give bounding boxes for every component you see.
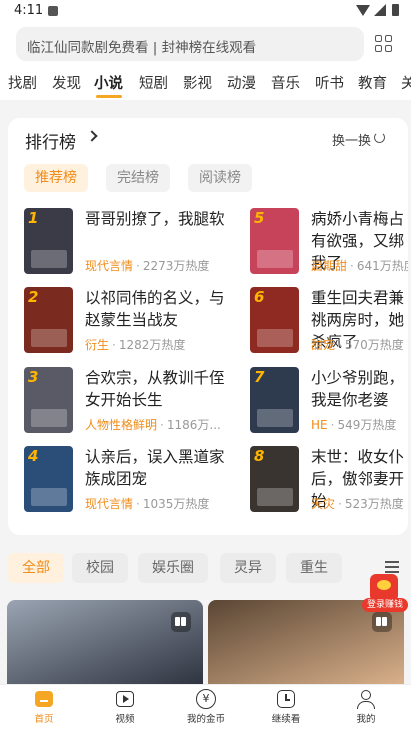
tab-anime[interactable]: 动漫 xyxy=(227,72,256,93)
search-box[interactable]: 临江仙同款剧免费看 | 封神榜在线观看 xyxy=(16,27,364,61)
rank-book-5[interactable]: 5 病娇小青梅占有欲强，又绑我了 启期甜·641万热度 xyxy=(250,208,408,278)
nav-home[interactable]: 首页 xyxy=(14,689,74,725)
rank-book-8[interactable]: 8 末世：收女仆后，傲邻妻开始 天灾 · 523万热度 xyxy=(250,446,408,516)
signal-icon xyxy=(374,4,386,16)
app-root: 4:11 临江仙同款剧免费看 | 封神榜在线观看 找剧 发现 小说 短剧 影视 … xyxy=(0,0,411,730)
tab-more[interactable]: 关 xyxy=(401,72,411,93)
book-title: 合欢宗，从教训千侄女开始长生 xyxy=(85,369,225,409)
rank-tab-recommended[interactable]: 推荐榜 xyxy=(24,164,88,192)
bottom-nav: 首页 视频 ¥ 我的金币 继续看 我的 xyxy=(0,684,411,730)
history-icon xyxy=(275,689,297,709)
book-title: 哥哥别撩了，我腿软 xyxy=(85,210,225,228)
coin-icon: ¥ xyxy=(195,689,217,709)
book-meta: 现代言情 · 2273万热度 xyxy=(85,259,210,273)
search-placeholder: 临江仙同款剧免费看 | 封神榜在线观看 xyxy=(27,40,257,56)
status-bar: 4:11 xyxy=(0,0,411,22)
book-cover: 4 xyxy=(24,446,73,512)
promo-label: 登录赚钱 xyxy=(362,598,408,612)
book-icon[interactable] xyxy=(372,612,392,632)
tab-discover[interactable]: 发现 xyxy=(52,72,81,93)
book-cover: 8 xyxy=(250,446,299,512)
book-meta: 现代言情 · 1035万热度 xyxy=(85,497,210,511)
book-meta: HE · 549万热度 xyxy=(311,418,397,432)
chip-rebirth[interactable]: 重生 xyxy=(286,553,342,583)
tab-education[interactable]: 教育 xyxy=(358,72,387,93)
ranking-title[interactable]: 排行榜 xyxy=(25,128,76,153)
book-cover: 6 xyxy=(250,287,299,353)
chevron-right-icon[interactable] xyxy=(86,130,98,142)
rank-book-1[interactable]: 1 哥哥别撩了，我腿软 现代言情 · 2273万热度 xyxy=(24,208,225,278)
tab-novel[interactable]: 小说 xyxy=(94,72,123,93)
rank-book-2[interactable]: 2 以祁同伟的名义，与赵蒙生当战友 衍生 · 1282万热度 xyxy=(24,287,225,357)
chip-supernatural[interactable]: 灵异 xyxy=(220,553,276,583)
wifi-icon xyxy=(356,5,370,16)
book-meta: 人物性格鲜明 · 1186万... xyxy=(85,418,221,432)
book-cover: 3 xyxy=(24,367,73,433)
nav-continue[interactable]: 继续看 xyxy=(256,689,316,725)
menu-icon[interactable] xyxy=(385,561,399,573)
chip-all[interactable]: 全部 xyxy=(8,553,64,583)
red-packet-icon xyxy=(370,574,398,600)
tab-short-drama[interactable]: 短剧 xyxy=(139,72,168,93)
book-title: 小少爷别跑，我是你老婆 xyxy=(311,369,405,409)
book-cover: 5 xyxy=(250,208,299,274)
rank-book-6[interactable]: 6 重生回夫君兼祧两房时，她杀疯了 甜宠 · 570万热度 xyxy=(250,287,408,357)
chip-entertainment[interactable]: 娱乐圈 xyxy=(138,553,208,583)
pause-icon[interactable] xyxy=(171,612,191,632)
rank-book-3[interactable]: 3 合欢宗，从教训千侄女开始长生 人物性格鲜明 · 1186万... xyxy=(24,367,225,437)
book-cover: 7 xyxy=(250,367,299,433)
genre-filter-chips: 全部 校园 娱乐圈 灵异 重生 xyxy=(0,551,411,585)
book-title: 认亲后，误入黑道家族成团宠 xyxy=(85,448,225,488)
top-header: 临江仙同款剧免费看 | 封神榜在线观看 xyxy=(0,22,411,66)
book-cover: 1 xyxy=(24,208,73,274)
rank-book-4[interactable]: 4 认亲后，误入黑道家族成团宠 现代言情 · 1035万热度 xyxy=(24,446,225,516)
profile-icon xyxy=(355,689,377,709)
rank-book-7[interactable]: 7 小少爷别跑，我是你老婆 HE · 549万热度 xyxy=(250,367,408,437)
nav-video[interactable]: 视频 xyxy=(95,689,155,725)
book-meta: 天灾 · 523万热度 xyxy=(311,497,404,511)
book-cover: 2 xyxy=(24,287,73,353)
nav-coins[interactable]: ¥ 我的金币 xyxy=(176,689,236,725)
ranking-card: 排行榜 换一换 推荐榜 完结榜 阅读榜 1 哥哥别撩了，我腿软 现代言情 · 227… xyxy=(8,118,408,535)
status-time: 4:11 xyxy=(14,3,44,18)
tab-music[interactable]: 音乐 xyxy=(271,72,300,93)
tab-audiobook[interactable]: 听书 xyxy=(315,72,344,93)
book-meta: 衍生 · 1282万热度 xyxy=(85,338,186,352)
category-grid-icon[interactable] xyxy=(375,35,393,53)
feed-card-1[interactable] xyxy=(7,600,203,684)
rank-tab-reading[interactable]: 阅读榜 xyxy=(188,164,252,192)
video-icon xyxy=(114,689,136,709)
battery-icon xyxy=(392,4,399,16)
tab-movies[interactable]: 影视 xyxy=(183,72,212,93)
rank-tab-completed[interactable]: 完结榜 xyxy=(106,164,170,192)
book-title: 以祁同伟的名义，与赵蒙生当战友 xyxy=(85,289,225,329)
nav-profile[interactable]: 我的 xyxy=(336,689,396,725)
rank-right-column: 5 病娇小青梅占有欲强，又绑我了 启期甜·641万热度 6 重生回夫君兼祧两房时… xyxy=(250,118,408,535)
category-tabs: 找剧 发现 小说 短剧 影视 动漫 音乐 听书 教育 关 xyxy=(0,66,411,100)
chip-campus[interactable]: 校园 xyxy=(72,553,128,583)
notification-icon xyxy=(48,6,58,16)
active-tab-indicator xyxy=(96,95,122,98)
book-meta: 启期甜·641万热度 xyxy=(311,259,408,273)
tab-find-drama[interactable]: 找剧 xyxy=(8,72,37,93)
home-icon xyxy=(33,689,55,709)
login-earn-promo[interactable]: 登录赚钱 xyxy=(362,574,408,614)
book-meta: 甜宠 · 570万热度 xyxy=(311,338,404,352)
